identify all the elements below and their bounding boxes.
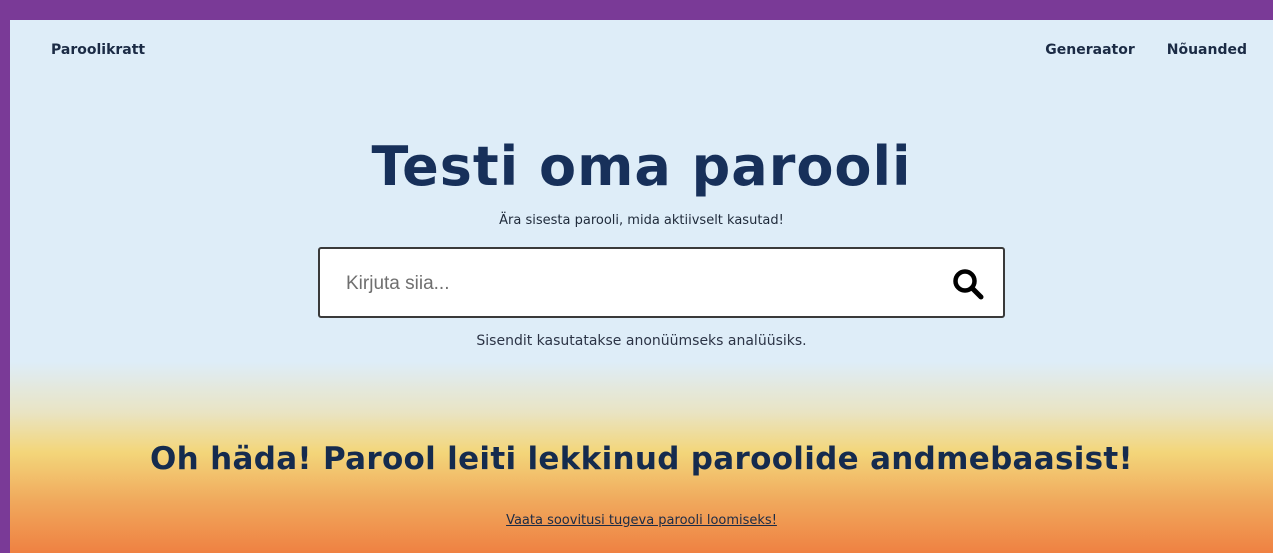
- page-title: Testi oma parooli: [371, 135, 912, 198]
- top-nav: Paroolikratt Generaator Nõuanded: [10, 20, 1273, 82]
- leak-warning-title: Oh häda! Parool leiti lekkinud paroolide…: [150, 441, 1133, 477]
- search-icon[interactable]: [951, 267, 985, 301]
- strong-password-advice-link[interactable]: Vaata soovitusi tugeva parooli loomiseks…: [506, 513, 777, 528]
- brand-logo-link[interactable]: Paroolikratt: [51, 42, 145, 58]
- password-search-box: [318, 247, 1005, 318]
- nav-link-generator[interactable]: Generaator: [1045, 42, 1134, 58]
- advice-link-wrapper: Vaata soovitusi tugeva parooli loomiseks…: [10, 513, 1273, 528]
- password-input[interactable]: [344, 249, 928, 318]
- page-subtitle: Ära sisesta parooli, mida aktiivselt kas…: [499, 213, 784, 228]
- nav-links: Generaator Nõuanded: [1045, 42, 1247, 58]
- page-frame: Paroolikratt Generaator Nõuanded Testi o…: [10, 20, 1273, 553]
- nav-link-advice[interactable]: Nõuanded: [1167, 42, 1247, 58]
- anonymity-hint: Sisendit kasutatakse anonüümseks analüüs…: [476, 333, 807, 349]
